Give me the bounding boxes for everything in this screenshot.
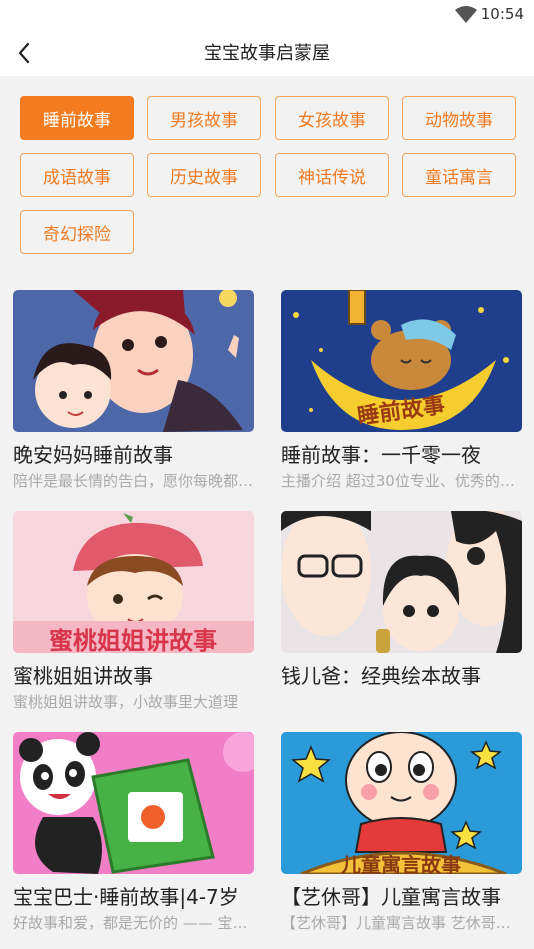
album-card[interactable]: 宝宝巴士·睡前故事|4-7岁 好故事和爱，都是无价的 —— 宝宝巴士: [13, 732, 254, 933]
category-chip-idioms[interactable]: 成语故事: [20, 153, 134, 197]
status-bar: 10:54: [0, 0, 534, 30]
album-card[interactable]: 钱儿爸：经典绘本故事: [281, 511, 522, 691]
album-card[interactable]: 儿童寓言故事 【艺休哥】儿童寓言故事 【艺休哥】儿童寓言故事 艺休哥讲故事: [281, 732, 522, 933]
wifi-icon: [455, 6, 477, 23]
album-cover: [13, 290, 254, 432]
category-chip-history[interactable]: 历史故事: [147, 153, 261, 197]
app-header: 宝宝故事启蒙屋: [0, 30, 534, 76]
album-cover: [281, 511, 522, 653]
album-title: 【艺休哥】儿童寓言故事: [281, 885, 501, 909]
category-chip-myths[interactable]: 神话传说: [275, 153, 389, 197]
album-title: 晚安妈妈睡前故事: [13, 443, 173, 467]
album-cover: 蜜桃姐姐讲故事: [13, 511, 254, 653]
album-title: 蜜桃姐姐讲故事: [13, 664, 153, 688]
cover-text: 蜜桃姐姐讲故事: [49, 627, 217, 653]
album-description: 主播介绍 超过30位专业、优秀的主播: [281, 472, 522, 490]
album-card[interactable]: 晚安妈妈睡前故事 陪伴是最长情的告白，愿你每晚都有好梦: [13, 290, 254, 491]
album-title: 宝宝巴士·睡前故事|4-7岁: [13, 885, 239, 909]
category-chip-boys[interactable]: 男孩故事: [147, 96, 261, 140]
album-title: 睡前故事：一千零一夜: [281, 443, 481, 467]
album-cover: 睡前故事: [281, 290, 522, 432]
album-title: 钱儿爸：经典绘本故事: [281, 664, 481, 688]
album-cover: [13, 732, 254, 874]
album-description: 【艺休哥】儿童寓言故事 艺休哥讲故事: [281, 914, 522, 932]
category-chip-fables[interactable]: 童话寓言: [402, 153, 516, 197]
category-chip-fantasy[interactable]: 奇幻探险: [20, 210, 134, 254]
category-chip-girls[interactable]: 女孩故事: [275, 96, 389, 140]
page-title: 宝宝故事启蒙屋: [204, 43, 330, 64]
album-card[interactable]: 睡前故事 睡前故事：一千零一夜 主播介绍 超过30位专业、优秀的主播: [281, 290, 522, 491]
cover-text: 儿童寓言故事: [340, 853, 461, 874]
album-description: 陪伴是最长情的告白，愿你每晚都有好梦: [13, 472, 254, 490]
album-description: 蜜桃姐姐讲故事，小故事里大道理: [13, 693, 239, 711]
album-cover: 儿童寓言故事: [281, 732, 522, 874]
album-description: 好故事和爱，都是无价的 —— 宝宝巴士: [13, 914, 254, 932]
status-time: 10:54: [480, 5, 524, 23]
category-chip-bedtime[interactable]: 睡前故事: [20, 96, 134, 140]
album-card[interactable]: 蜜桃姐姐讲故事 蜜桃姐姐讲故事 蜜桃姐姐讲故事，小故事里大道理: [13, 511, 254, 712]
category-chip-animals[interactable]: 动物故事: [402, 96, 516, 140]
